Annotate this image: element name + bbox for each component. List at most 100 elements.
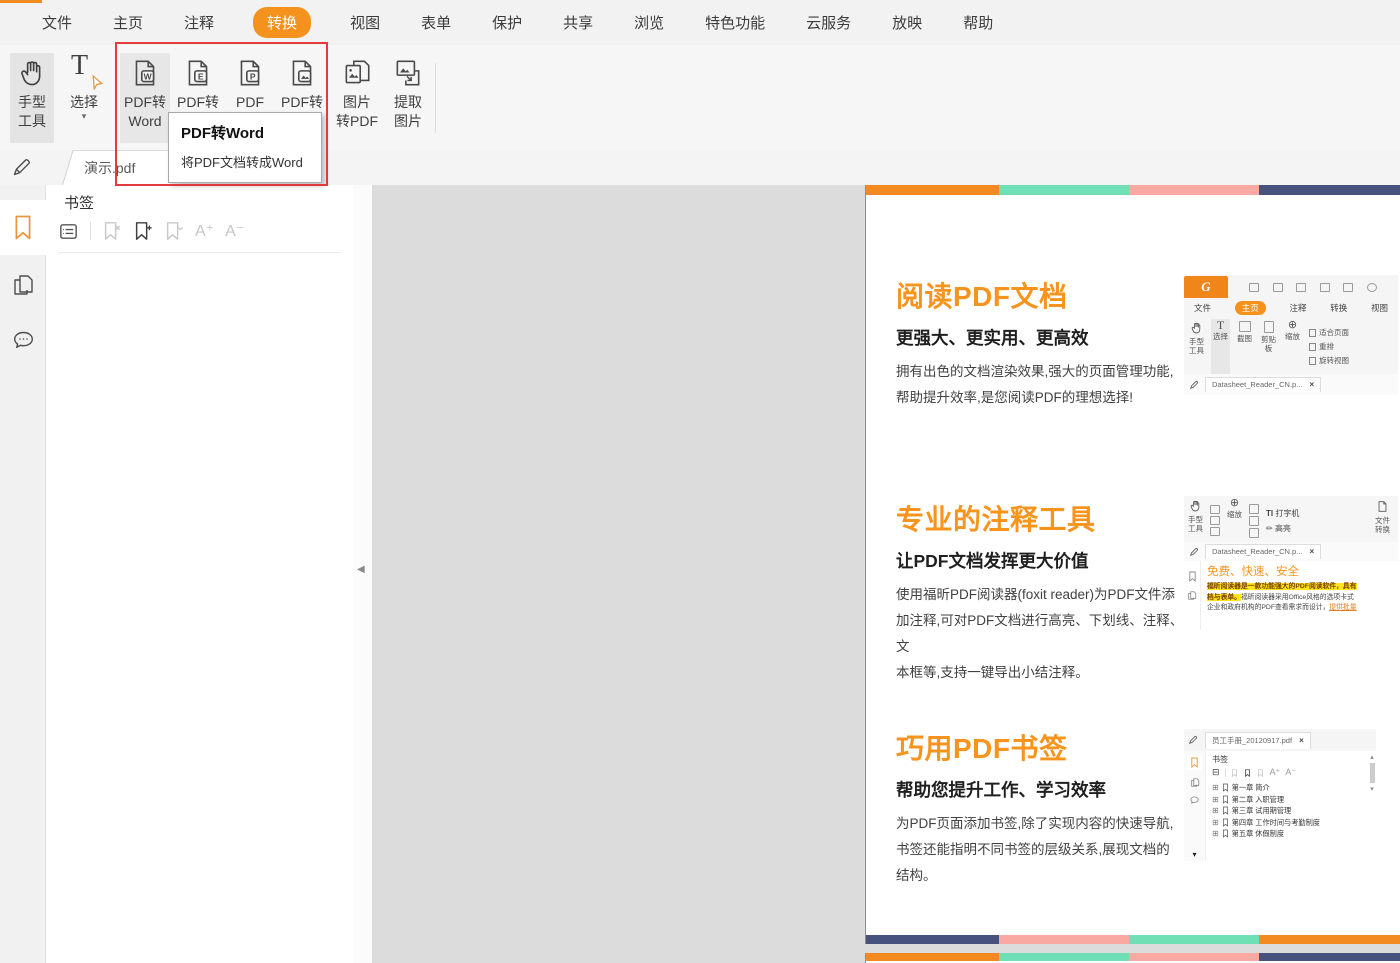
bookmarks-panel: 书签 A⁺ A⁻	[46, 185, 353, 963]
menu-comment[interactable]: 注释	[182, 7, 216, 38]
menu-file[interactable]: 文件	[40, 7, 74, 38]
pages-icon	[11, 272, 35, 298]
tab-document[interactable]: 演示.pdf	[62, 150, 191, 185]
pdf-to-word-label: PDF转 Word	[124, 94, 166, 129]
bookmark-entry: ⊞ 第四章 工作时间与考勤制度	[1212, 817, 1366, 829]
mini-menu-file: 文件	[1194, 303, 1212, 313]
highlight-pen-icon: ✏	[1266, 523, 1273, 533]
page-top-color-bar	[866, 953, 1400, 961]
mini-scrollbar: ▴ ▾	[1368, 751, 1376, 861]
expand-bookmark-icon[interactable]	[164, 220, 184, 242]
highlighted-line: 福昕阅读器是一款功能强大的PDF阅读软件，具有	[1207, 582, 1396, 593]
close-icon: ×	[1309, 547, 1315, 556]
pdf-to-ppt-icon: P	[234, 53, 266, 93]
mini-hand-tool: 手型 工具	[1187, 319, 1206, 374]
expand-node-icon: ⊞	[1212, 783, 1219, 792]
delete-bookmark-icon[interactable]	[102, 220, 122, 242]
bookmark-icon	[12, 214, 34, 241]
hand-tool-label: 手型 工具	[18, 94, 46, 129]
page-bottom-color-bar	[866, 935, 1400, 944]
font-increase-icon: A⁺	[1269, 767, 1281, 777]
sidebar-item-pages[interactable]	[0, 257, 46, 312]
pdf-to-image-icon	[286, 53, 318, 93]
mini-select-icon: T	[1216, 318, 1225, 332]
plain-text: 福昕阅读器采用Office风格的选项卡式	[1240, 593, 1354, 601]
bookmark-entry-label: 第二章 入职管理	[1231, 794, 1285, 804]
panel-collapse-strip[interactable]: ◀	[353, 185, 372, 963]
snapshot-icon	[1210, 516, 1220, 525]
separator	[1224, 768, 1226, 777]
font-decrease-icon: A⁻	[1285, 767, 1297, 777]
toolbar-separator	[435, 63, 436, 133]
add-bookmark-icon[interactable]	[133, 220, 153, 242]
mini-menu-home: 主页	[1234, 301, 1266, 315]
link-text: 提供批量	[1329, 604, 1357, 611]
tooltip-title: PDF转Word	[181, 125, 265, 142]
snapshot-icon	[1238, 321, 1251, 332]
highlighted-text: 档与表单。	[1207, 593, 1241, 601]
collapse-left-icon[interactable]: ◀	[357, 564, 365, 575]
mini-document-tab: 员工手册_20120917.pdf ×	[1205, 731, 1311, 749]
feature-image-reader-ui: G 文件 主页 注释 转换 视图 手型 工具 T 选择 截图 剪贴 板 ⊕ 缩放…	[1184, 275, 1398, 395]
menu-help[interactable]: 帮助	[961, 7, 995, 38]
hand-tool-button[interactable]: 手型 工具	[10, 53, 54, 143]
bookmark-list-options-icon[interactable]	[58, 221, 79, 242]
menu-convert-active[interactable]: 转换	[253, 7, 312, 38]
menu-features[interactable]: 特色功能	[703, 7, 767, 38]
mini-bookmarks-panel: 书签 ⊟ A⁺ A⁻ ⊞ 第一章 简介 ⊞ 第二章 入职管理 ⊞ 第三章 试用期…	[1205, 751, 1368, 861]
tab-title: 演示.pdf	[84, 160, 136, 176]
fit-page-label: 适合页面	[1319, 328, 1349, 337]
document-view[interactable]: 阅读PDF文档 更强大、更实用、更高效 拥有出色的文档渲染效果,强大的页面管理功…	[372, 185, 1400, 963]
bookmark-entry-label: 第五章 休假制度	[1231, 829, 1285, 838]
zoom-icon: ⊕	[1229, 497, 1240, 509]
clipboard-icon	[1263, 321, 1274, 333]
scroll-down-icon: ▾	[1370, 786, 1374, 793]
more-panels-icon: ▾	[1192, 850, 1197, 859]
sidebar-item-bookmarks[interactable]	[0, 200, 46, 255]
typewriter-label: 打字机	[1275, 508, 1300, 518]
select-tool-label: 选择	[70, 94, 98, 110]
pencil-icon	[1189, 380, 1199, 389]
menubar: 文件 主页 注释 转换 视图 表单 保护 共享 浏览 特色功能 云服务 放映 帮…	[0, 0, 1400, 45]
mini-document-tab: Datasheet_Reader_CN.p... ×	[1205, 544, 1322, 559]
menu-cloud[interactable]: 云服务	[804, 7, 853, 38]
section-bookmarks: 巧用PDF书签 帮助您提升工作、学习效率 为PDF页面添加书签,除了实现内容的快…	[896, 727, 1186, 889]
clipboard-icon	[1210, 527, 1220, 536]
menu-browse[interactable]: 浏览	[632, 7, 666, 38]
sidebar-item-comments[interactable]	[0, 312, 46, 367]
caret-down-icon: ▾	[81, 111, 87, 121]
image-to-pdf-button[interactable]: 图片 转PDF	[332, 53, 382, 143]
bookmark-font-decrease-icon[interactable]: A⁻	[225, 221, 244, 241]
select-icon	[1210, 505, 1220, 514]
menu-present[interactable]: 放映	[890, 7, 924, 38]
mini-tab-title: 员工手册_20120917.pdf	[1212, 735, 1293, 745]
bookmark-font-increase-icon[interactable]: A⁺	[195, 221, 214, 241]
menu-home[interactable]: 主页	[111, 7, 145, 38]
menu-form[interactable]: 表单	[419, 7, 453, 38]
extract-image-button[interactable]: 提取 图片	[384, 53, 432, 143]
toolbar-separator	[90, 222, 91, 240]
bookmarks-toolbar: A⁺ A⁻	[58, 218, 244, 244]
mini-toolbar: 手型 工具 T 选择 截图 剪贴 板 ⊕ 缩放 适合页面 重排 旋转视图	[1184, 317, 1398, 374]
expand-bookmark-icon	[1257, 768, 1263, 777]
menu-view[interactable]: 视图	[348, 7, 382, 38]
fit-page-option: 适合页面	[1309, 327, 1349, 338]
mini-select-tool: T 选择	[1211, 319, 1230, 374]
select-tool-button[interactable]: T 选择 ▾	[62, 52, 106, 143]
highlight-row: ✏ 高亮	[1266, 523, 1299, 534]
pages-icon	[1188, 591, 1197, 600]
bookmark-entry-label: 第四章 工作时间与考勤制度	[1231, 817, 1320, 827]
mini-menu-view: 视图	[1370, 303, 1388, 313]
pencil-icon	[1189, 547, 1199, 556]
edit-pencil-icon[interactable]	[11, 157, 32, 178]
hand-icon	[17, 53, 47, 93]
pdf-to-word-button[interactable]: W PDF转 Word	[120, 53, 170, 143]
mini-clipboard-tool: 剪贴 板	[1259, 319, 1278, 374]
typewriter-icon: TI	[1266, 508, 1274, 518]
menu-protect[interactable]: 保护	[490, 7, 524, 38]
pencil-icon	[1188, 735, 1198, 745]
bookmark-icon	[1187, 755, 1202, 770]
extract-image-label: 提取 图片	[394, 94, 422, 129]
section-annotation-tools: 专业的注释工具 让PDF文档发挥更大价值 使用福昕PDF阅读器(foxit re…	[896, 498, 1186, 686]
menu-share[interactable]: 共享	[561, 7, 595, 38]
